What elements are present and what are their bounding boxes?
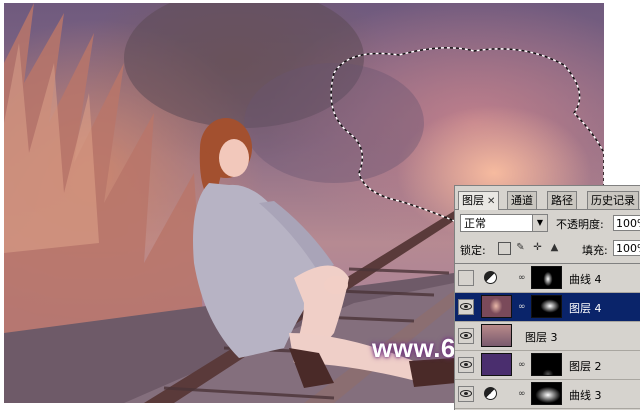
eye-icon <box>460 390 472 397</box>
eye-icon <box>460 303 472 310</box>
tab-history[interactable]: 历史记录 <box>587 191 639 209</box>
visibility-toggle[interactable] <box>458 328 474 344</box>
eye-icon <box>460 361 472 368</box>
curves-adjustment-icon <box>484 271 497 284</box>
tab-label: 图层 <box>462 194 484 207</box>
layers-list: ∞ 曲线 4 ∞ 图层 4 图层 3 ∞ 图层 2 ∞ 曲线 3 <box>455 263 640 411</box>
layer-row[interactable]: ∞ 曲线 4 <box>455 264 640 293</box>
tab-layers[interactable]: 图层 ✕ <box>458 191 500 210</box>
panel-tabs: 图层 ✕ 通道 路径 历史记录 <box>455 191 640 210</box>
visibility-toggle[interactable] <box>458 270 474 286</box>
link-icon: ∞ <box>518 389 526 399</box>
visibility-toggle[interactable] <box>458 357 474 373</box>
close-icon[interactable]: ✕ <box>487 196 495 207</box>
layer-name: 图层 3 <box>525 331 558 344</box>
eye-icon <box>460 332 472 339</box>
layers-panel: 图层✕ 通道 路径 历史记录 正常 ▼ 不透明度: 100% 锁定: ✎ ✛ ▲… <box>454 185 640 410</box>
opacity-label: 不透明度: <box>556 218 604 231</box>
tab-label: 历史记录 <box>591 194 635 207</box>
fill-input[interactable]: 100% <box>613 240 640 256</box>
blend-mode-value: 正常 <box>464 217 486 230</box>
layer-name: 图层 4 <box>569 302 602 315</box>
layer-mask-thumbnail[interactable] <box>531 295 562 318</box>
lock-move-icon[interactable]: ✛ <box>532 242 543 253</box>
layer-row[interactable]: ∞ 图层 4 <box>455 293 640 322</box>
tab-paths[interactable]: 路径 <box>547 191 577 209</box>
fill-label: 填充: <box>582 244 608 257</box>
visibility-toggle[interactable] <box>458 299 474 315</box>
layer-mask-thumbnail[interactable] <box>531 266 562 289</box>
layer-mask-thumbnail[interactable] <box>531 353 562 376</box>
link-icon: ∞ <box>518 360 526 370</box>
tab-channels[interactable]: 通道 <box>507 191 537 209</box>
lock-transparent-icon[interactable] <box>498 242 511 255</box>
layer-thumbnail[interactable] <box>481 353 512 376</box>
layer-row[interactable]: ∞ 曲线 3 <box>455 380 640 409</box>
lock-label: 锁定: <box>460 244 486 257</box>
layer-thumbnail[interactable] <box>481 324 512 347</box>
lock-paint-icon[interactable]: ✎ <box>515 242 526 253</box>
layer-row[interactable]: 图层 3 <box>455 322 640 351</box>
link-icon: ∞ <box>518 302 526 312</box>
lock-all-icon[interactable]: ▲ <box>549 242 560 253</box>
curves-adjustment-icon <box>484 387 497 400</box>
layer-row[interactable]: ∞ 图层 2 <box>455 351 640 380</box>
tab-label: 通道 <box>511 194 533 207</box>
blend-opacity-row: 正常 ▼ 不透明度: 100% <box>460 214 640 234</box>
blend-mode-select[interactable]: 正常 ▼ <box>460 214 548 232</box>
opacity-input[interactable]: 100% <box>613 215 640 231</box>
layer-mask-thumbnail[interactable] <box>531 382 562 405</box>
tab-label: 路径 <box>551 194 573 207</box>
layer-name: 图层 2 <box>569 360 602 373</box>
layer-name: 曲线 3 <box>569 389 602 402</box>
lock-fill-row: 锁定: ✎ ✛ ▲ 填充: 100% <box>460 239 640 259</box>
visibility-toggle[interactable] <box>458 386 474 402</box>
link-icon: ∞ <box>518 273 526 283</box>
layer-name: 曲线 4 <box>569 273 602 286</box>
chevron-down-icon[interactable]: ▼ <box>532 215 547 231</box>
layer-thumbnail[interactable] <box>481 295 512 318</box>
